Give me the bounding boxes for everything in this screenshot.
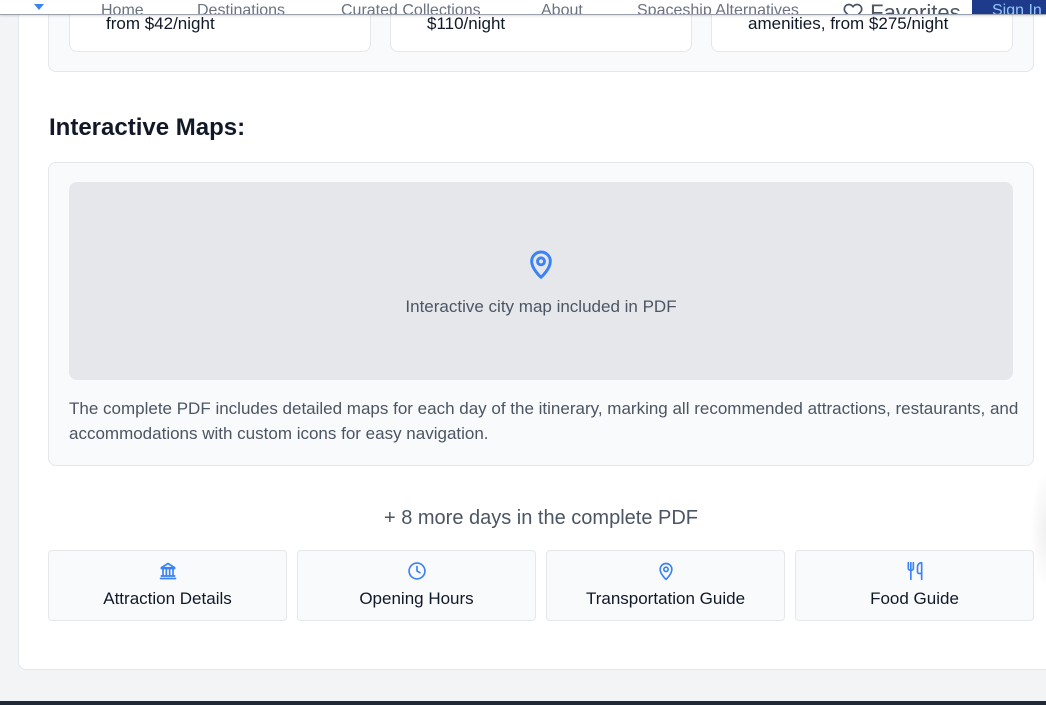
feature-transportation-guide[interactable]: Transportation Guide xyxy=(546,550,785,621)
nav-item-about[interactable]: About xyxy=(541,2,583,14)
favorites-label: Favorites xyxy=(870,0,961,15)
edge-shadow xyxy=(1030,470,1046,590)
map-placeholder-caption: Interactive city map included in PDF xyxy=(405,297,677,316)
heart-icon xyxy=(843,3,863,14)
clock-icon xyxy=(407,562,426,580)
utensils-icon xyxy=(907,561,922,581)
nav-item-spaceship-alternatives[interactable]: Spaceship Alternatives xyxy=(637,2,799,14)
map-pin-icon xyxy=(658,562,673,581)
feature-attraction-details[interactable]: Attraction Details xyxy=(48,550,287,621)
favorites-link[interactable]: Favorites xyxy=(842,0,961,15)
accommodation-price: $110/night xyxy=(427,14,506,33)
feature-label: Opening Hours xyxy=(359,589,474,608)
maps-section-title: Interactive Maps: xyxy=(49,114,246,141)
nav-item-destinations[interactable]: Destinations xyxy=(197,2,285,14)
feature-opening-hours[interactable]: Opening Hours xyxy=(297,550,536,621)
feature-food-guide[interactable]: Food Guide xyxy=(795,550,1034,621)
map-pin-icon xyxy=(530,250,552,279)
maps-description: The complete PDF includes detailed maps … xyxy=(69,399,1019,443)
landmark-icon xyxy=(159,562,176,580)
accommodation-price: from $42/night xyxy=(106,14,215,33)
nav-item-home[interactable]: Home xyxy=(101,2,144,14)
sign-in-button[interactable]: Sign In xyxy=(972,0,1046,14)
feature-label: Food Guide xyxy=(870,589,959,608)
nav-item-curated-collections[interactable]: Curated Collections xyxy=(341,2,481,14)
footer-edge xyxy=(0,701,1046,705)
logo-icon[interactable] xyxy=(34,4,44,10)
more-days-text: + 8 more days in the complete PDF xyxy=(383,507,699,529)
accommodation-price: amenities, from $275/night xyxy=(748,14,949,33)
feature-label: Attraction Details xyxy=(103,589,232,608)
top-navigation: Home Destinations Curated Collections Ab… xyxy=(0,0,1046,15)
feature-label: Transportation Guide xyxy=(585,589,746,608)
